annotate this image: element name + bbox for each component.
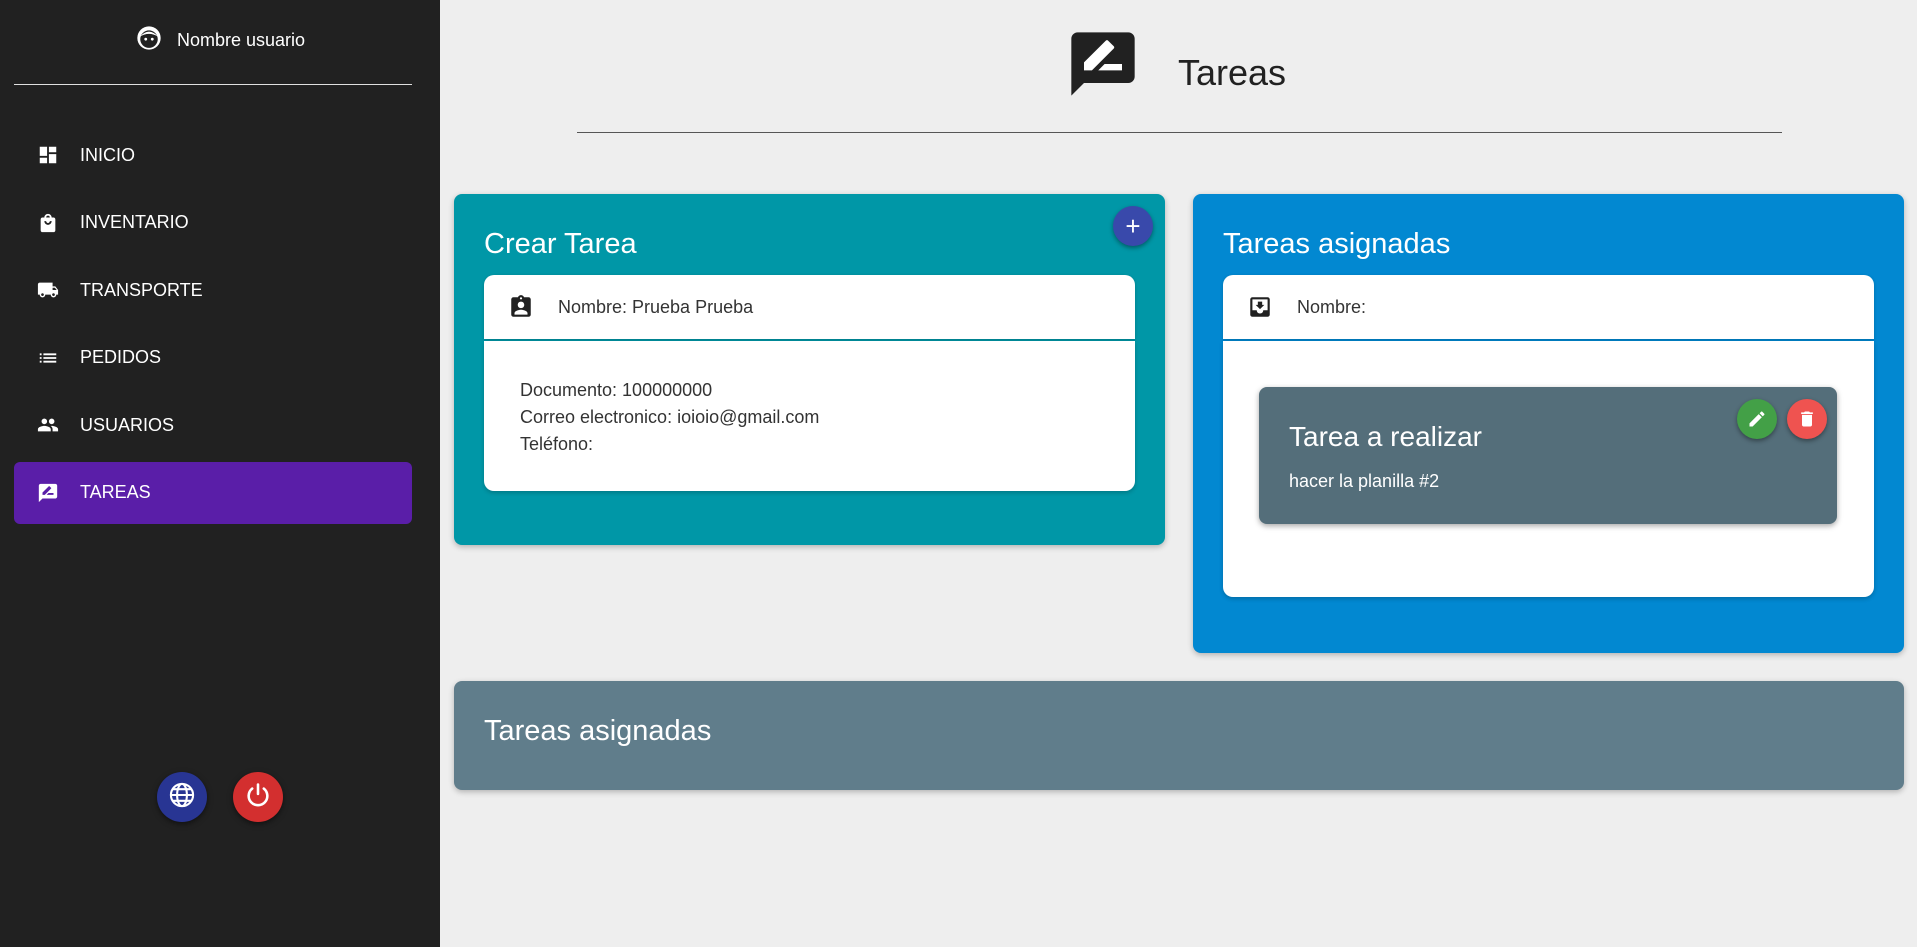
user-details: Documento: 100000000 Correo electronico:… bbox=[484, 341, 1135, 491]
task-actions bbox=[1737, 399, 1827, 439]
task-description: hacer la planilla #2 bbox=[1289, 471, 1440, 491]
page-title: Tareas bbox=[1178, 52, 1287, 93]
power-icon bbox=[244, 781, 272, 814]
assignment-ind-icon bbox=[511, 295, 531, 317]
edit-task-button[interactable] bbox=[1737, 399, 1777, 439]
globe-icon bbox=[168, 781, 196, 814]
email-text: Correo electronico: ioioio@gmail.com bbox=[520, 407, 820, 427]
language-button[interactable] bbox=[157, 772, 207, 822]
user-name: Nombre usuario bbox=[176, 30, 306, 50]
task-item: Tarea a realizar hacer la planilla #2 bbox=[1259, 387, 1837, 524]
create-task-card: Crear Tarea + Nombre: Prueba Prueba Docu… bbox=[454, 194, 1165, 545]
move-to-inbox-icon bbox=[1250, 297, 1270, 317]
rate-review-icon bbox=[1065, 26, 1141, 102]
sidebar-item-inicio[interactable]: INICIO bbox=[14, 124, 412, 186]
sidebar: Nombre usuario INICIO INVENTARIO TRANSPO… bbox=[0, 0, 440, 947]
user-name-header[interactable]: Nombre: Prueba Prueba bbox=[484, 275, 1135, 339]
assigned-name-header[interactable]: Nombre: bbox=[1223, 275, 1874, 339]
assigned-tasks-list: Tarea a realizar hacer la planilla #2 bbox=[1223, 341, 1874, 597]
assigned-tasks-title: Tareas asignadas bbox=[1223, 228, 1451, 260]
create-task-title: Crear Tarea bbox=[484, 228, 637, 260]
sidebar-bottom-buttons bbox=[0, 772, 440, 822]
sidebar-item-label: PEDIDOS bbox=[80, 347, 162, 367]
page-header: Tareas bbox=[440, 0, 1917, 140]
assigned-tasks-card: Tareas asignadas Nombre: Tarea a realiza… bbox=[1193, 194, 1904, 653]
phone-text: Teléfono: bbox=[520, 434, 594, 454]
user-name-text: Nombre: Prueba Prueba bbox=[558, 296, 754, 317]
assigned-name-text: Nombre: bbox=[1297, 296, 1367, 317]
delete-task-button[interactable] bbox=[1787, 399, 1827, 439]
sidebar-nav: INICIO INVENTARIO TRANSPORTE PEDIDOS USU… bbox=[14, 124, 412, 529]
trash-icon bbox=[1801, 411, 1813, 427]
sidebar-item-pedidos[interactable]: PEDIDOS bbox=[14, 327, 412, 389]
sidebar-item-inventario[interactable]: INVENTARIO bbox=[14, 192, 412, 254]
sidebar-item-transporte[interactable]: TRANSPORTE bbox=[14, 259, 412, 321]
add-task-button[interactable]: + bbox=[1113, 206, 1153, 246]
shopping-bag-icon bbox=[36, 211, 60, 235]
plus-icon: + bbox=[1125, 210, 1141, 241]
pencil-icon bbox=[1749, 411, 1765, 427]
sidebar-item-label: INVENTARIO bbox=[80, 212, 189, 232]
sidebar-item-label: USUARIOS bbox=[80, 414, 175, 435]
sidebar-item-label: TAREAS bbox=[80, 482, 151, 502]
assigned-tasks-footer-card: Tareas asignadas bbox=[454, 681, 1904, 790]
sidebar-item-label: TRANSPORTE bbox=[80, 279, 203, 300]
user-face-icon bbox=[135, 24, 163, 57]
logout-button[interactable] bbox=[233, 772, 283, 822]
user-profile[interactable]: Nombre usuario bbox=[0, 24, 440, 57]
rate-review-icon bbox=[36, 481, 60, 505]
dashboard-icon bbox=[36, 143, 60, 167]
list-icon bbox=[36, 346, 60, 370]
people-icon bbox=[36, 413, 60, 437]
task-title: Tarea a realizar bbox=[1289, 421, 1482, 452]
document-text: Documento: 100000000 bbox=[520, 380, 713, 400]
sidebar-divider bbox=[14, 84, 412, 85]
header-divider bbox=[577, 132, 1782, 133]
truck-icon bbox=[36, 278, 60, 302]
sidebar-item-tareas[interactable]: TAREAS bbox=[14, 461, 412, 524]
sidebar-item-label: INICIO bbox=[80, 144, 136, 165]
footer-card-title: Tareas asignadas bbox=[484, 715, 712, 747]
sidebar-item-usuarios[interactable]: USUARIOS bbox=[14, 394, 412, 456]
